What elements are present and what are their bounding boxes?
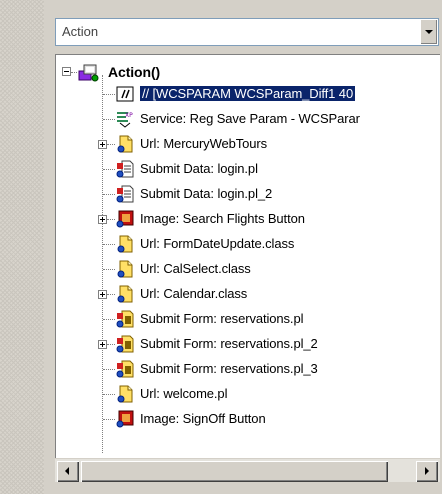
scroll-left-button[interactable] [57, 461, 79, 482]
action-dropdown[interactable]: Action [55, 18, 439, 46]
tree-item-label: Submit Form: reservations.pl [140, 311, 304, 326]
action-dropdown-value: Action [62, 24, 99, 39]
tree-item-label: // [WCSPARAM WCSParam_Diff1 40 [140, 86, 356, 101]
tree-item-label: Submit Form: reservations.pl_2 [140, 336, 318, 351]
url-icon [116, 385, 134, 403]
tree-item[interactable]: Submit Form: reservations.pl [56, 308, 440, 330]
tree-item[interactable]: Url: CalSelect.class [56, 258, 440, 280]
service-xml-icon: XP [116, 110, 134, 128]
submit-data-icon [116, 160, 134, 178]
tree-item[interactable]: Submit Data: login.pl_2 [56, 183, 440, 205]
tree-item[interactable]: Submit Data: login.pl [56, 158, 440, 180]
scroll-thumb[interactable] [81, 461, 388, 482]
submit-data-icon [116, 185, 134, 203]
tree-item-label: Submit Data: login.pl [140, 161, 258, 176]
tree-item-label: Url: Calendar.class [140, 286, 248, 301]
arrow-left-icon [65, 467, 69, 475]
image-icon [116, 410, 134, 428]
url-icon [116, 260, 134, 278]
script-tree-view[interactable]: Action() // [WCSPARAM WCSParam_Diff1 40 X… [55, 54, 440, 458]
expand-toggle[interactable] [98, 340, 107, 349]
tree-item[interactable]: Image: SignOff Button [56, 408, 440, 430]
dropdown-arrow-button[interactable] [420, 20, 437, 44]
tree-root-label: Action() [108, 64, 161, 80]
expand-toggle[interactable] [98, 140, 107, 149]
submit-form-icon [116, 335, 134, 353]
collapse-toggle[interactable] [62, 67, 71, 76]
tree-item-label: Url: welcome.pl [140, 386, 228, 401]
submit-form-icon [116, 310, 134, 328]
tree-item[interactable]: Url: welcome.pl [56, 383, 440, 405]
horizontal-scrollbar[interactable] [55, 458, 440, 482]
tree-item[interactable]: Url: MercuryWebTours [56, 133, 440, 155]
tree-item-label: Url: MercuryWebTours [140, 136, 268, 151]
expand-toggle[interactable] [98, 290, 107, 299]
url-icon [116, 285, 134, 303]
tree-item[interactable]: Submit Form: reservations.pl_2 [56, 333, 440, 355]
expand-toggle[interactable] [98, 215, 107, 224]
chevron-down-icon [425, 30, 433, 34]
tree-item[interactable]: Submit Form: reservations.pl_3 [56, 358, 440, 380]
image-icon [116, 210, 134, 228]
tree-item[interactable]: Url: FormDateUpdate.class [56, 233, 440, 255]
url-icon [116, 235, 134, 253]
tree-item[interactable]: // [WCSPARAM WCSParam_Diff1 40 [56, 83, 440, 105]
action-folder-icon [78, 64, 99, 82]
url-icon [116, 135, 134, 153]
tree-item[interactable]: Url: Calendar.class [56, 283, 440, 305]
tree-item-label: Image: Search Flights Button [140, 211, 305, 226]
tree-item-label: Submit Data: login.pl_2 [140, 186, 273, 201]
tree-item-label: Service: Reg Save Param - WCSParar [140, 111, 360, 126]
tree-item-label: Image: SignOff Button [140, 411, 266, 426]
scroll-right-button[interactable] [416, 461, 438, 482]
tree-root-action[interactable]: Action() [56, 61, 436, 83]
left-hatched-margin [0, 0, 44, 494]
tree-item-label: Url: FormDateUpdate.class [140, 236, 295, 251]
svg-text:XP: XP [125, 112, 133, 119]
tree-item-label: Url: CalSelect.class [140, 261, 251, 276]
submit-form-icon [116, 360, 134, 378]
tree-item-label: Submit Form: reservations.pl_3 [140, 361, 318, 376]
comment-icon [116, 85, 134, 103]
tree-item[interactable]: Image: Search Flights Button [56, 208, 440, 230]
tree-item[interactable]: XP Service: Reg Save Param - WCSParar [56, 108, 440, 130]
arrow-right-icon [425, 467, 429, 475]
